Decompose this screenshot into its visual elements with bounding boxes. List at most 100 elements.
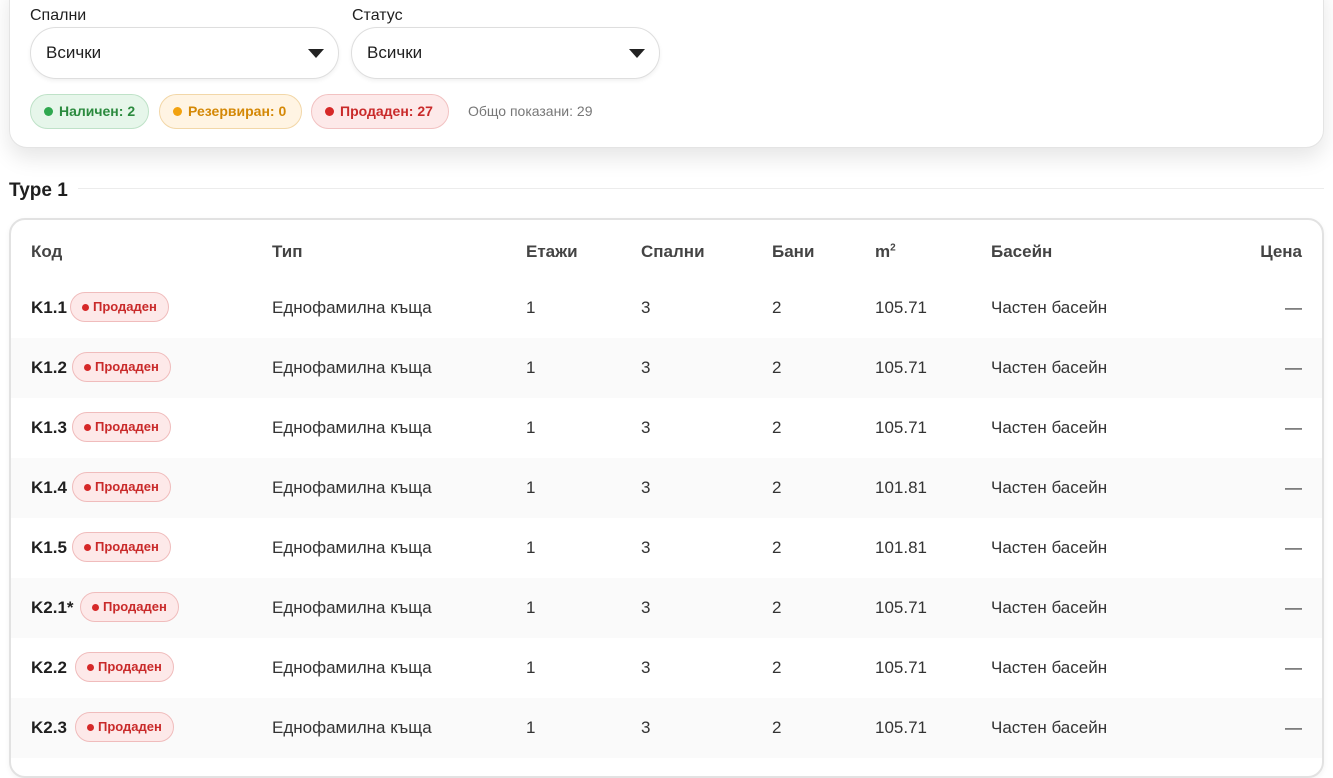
- red-dot-icon: [84, 364, 91, 371]
- status-badge-label: Продаден: [98, 719, 162, 734]
- unit-floors: 1: [526, 358, 536, 377]
- unit-area: 105.71: [875, 658, 927, 677]
- unit-floors: 1: [526, 418, 536, 437]
- status-badge-label: Продаден: [95, 419, 159, 434]
- unit-type: Еднофамилна къща: [272, 478, 432, 497]
- units-table: Код Тип Етажи Спални Бани m2 Басейн Цена…: [9, 218, 1324, 778]
- table-row[interactable]: K1.4 Еднофамилна къща 1 3 2 101.81 Частен басе…: [11, 458, 1322, 518]
- header-bedrooms[interactable]: Спални: [641, 242, 705, 262]
- status-select[interactable]: Всички: [351, 27, 660, 79]
- green-dot-icon: [44, 107, 53, 116]
- unit-bedrooms: 3: [641, 418, 651, 437]
- unit-baths: 2: [772, 718, 782, 737]
- unit-code: K1.4: [31, 478, 67, 497]
- unit-price: —: [1285, 538, 1302, 557]
- unit-baths: 2: [772, 358, 782, 377]
- sold-chip[interactable]: Продаден: 27: [311, 94, 449, 129]
- unit-floors: 1: [526, 658, 536, 677]
- section-divider: [78, 188, 1324, 189]
- table-row[interactable]: K2.1* Еднофамилна къща 1 3 2 105.71 Частен бас…: [11, 578, 1322, 638]
- status-badge-label: Продаден: [103, 599, 167, 614]
- header-code[interactable]: Код: [31, 242, 62, 262]
- table-row[interactable]: K2.3 Еднофамилна къща 1 3 2 105.71 Частен басе…: [11, 698, 1322, 758]
- unit-price: —: [1285, 358, 1302, 377]
- unit-floors: 1: [526, 298, 536, 317]
- red-dot-icon: [84, 424, 91, 431]
- unit-baths: 2: [772, 478, 782, 497]
- status-label: Статус: [352, 7, 403, 24]
- header-floors[interactable]: Етажи: [526, 242, 578, 262]
- status-badge: Продаден: [72, 532, 171, 562]
- unit-baths: 2: [772, 598, 782, 617]
- status-badge-label: Продаден: [98, 659, 162, 674]
- unit-bedrooms: 3: [641, 298, 651, 317]
- unit-floors: 1: [526, 538, 536, 557]
- unit-area: 105.71: [875, 358, 927, 377]
- table-row[interactable]: K1.1 Еднофамилна къща 1 3 2 105.71 Частен басе…: [11, 278, 1322, 338]
- unit-code: K1.1: [31, 298, 67, 317]
- red-dot-icon: [92, 604, 99, 611]
- unit-pool: Частен басейн: [991, 658, 1108, 677]
- sold-chip-label: Продаден: 27: [340, 103, 433, 119]
- unit-code: K2.2: [31, 658, 67, 677]
- unit-price: —: [1285, 298, 1302, 317]
- unit-bedrooms: 3: [641, 718, 651, 737]
- unit-pool: Частен басейн: [991, 718, 1108, 737]
- unit-area: 101.81: [875, 538, 927, 557]
- reserved-chip-label: Резервиран: 0: [188, 103, 287, 119]
- unit-pool: Частен басейн: [991, 538, 1108, 557]
- unit-bedrooms: 3: [641, 658, 651, 677]
- table-row[interactable]: K1.5 Еднофамилна къща 1 3 2 101.81 Частен басе…: [11, 518, 1322, 578]
- unit-price: —: [1285, 598, 1302, 617]
- unit-code: K2.1*: [31, 598, 74, 617]
- unit-price: —: [1285, 418, 1302, 437]
- unit-type: Еднофамилна къща: [272, 658, 432, 677]
- available-chip[interactable]: Наличен: 2: [30, 94, 149, 129]
- unit-pool: Частен басейн: [991, 418, 1108, 437]
- red-dot-icon: [82, 304, 89, 311]
- total-shown: Общо показани: 29: [468, 103, 593, 119]
- table-row[interactable]: K2.2 Еднофамилна къща 1 3 2 105.71 Частен басе…: [11, 638, 1322, 698]
- unit-floors: 1: [526, 718, 536, 737]
- unit-area: 105.71: [875, 418, 927, 437]
- unit-code: K1.2: [31, 358, 67, 377]
- filter-panel: Спални Всички Статус Всички Наличен: 2 Р…: [9, 0, 1324, 148]
- header-pool[interactable]: Басейн: [991, 242, 1052, 262]
- status-badge: Продаден: [72, 472, 171, 502]
- unit-bedrooms: 3: [641, 538, 651, 557]
- unit-price: —: [1285, 658, 1302, 677]
- unit-pool: Частен басейн: [991, 298, 1108, 317]
- unit-area: 105.71: [875, 718, 927, 737]
- bedrooms-select[interactable]: Всички: [30, 27, 339, 79]
- unit-area: 105.71: [875, 298, 927, 317]
- red-dot-icon: [87, 724, 94, 731]
- unit-type: Еднофамилна къща: [272, 538, 432, 557]
- unit-type: Еднофамилна къща: [272, 598, 432, 617]
- section-title: Type 1: [9, 180, 68, 201]
- unit-pool: Частен басейн: [991, 358, 1108, 377]
- status-badge-label: Продаден: [95, 479, 159, 494]
- unit-price: —: [1285, 718, 1302, 737]
- unit-code: K1.5: [31, 538, 67, 557]
- header-type[interactable]: Тип: [272, 242, 302, 262]
- table-row[interactable]: K1.2 Еднофамилна къща 1 3 2 105.71 Частен басе…: [11, 338, 1322, 398]
- status-badge-label: Продаден: [95, 539, 159, 554]
- red-dot-icon: [84, 484, 91, 491]
- unit-bedrooms: 3: [641, 598, 651, 617]
- chevron-down-icon: [629, 49, 645, 58]
- reserved-chip[interactable]: Резервиран: 0: [159, 94, 302, 129]
- header-area-sup: 2: [890, 242, 896, 254]
- unit-floors: 1: [526, 478, 536, 497]
- header-baths[interactable]: Бани: [772, 242, 814, 262]
- orange-dot-icon: [173, 107, 182, 116]
- unit-type: Еднофамилна къща: [272, 718, 432, 737]
- header-area[interactable]: m2: [875, 242, 896, 262]
- table-row[interactable]: K1.3 Еднофамилна къща 1 3 2 105.71 Частен басе…: [11, 398, 1322, 458]
- status-badge: Продаден: [80, 592, 179, 622]
- unit-type: Еднофамилна къща: [272, 358, 432, 377]
- unit-area: 101.81: [875, 478, 927, 497]
- header-price[interactable]: Цена: [1260, 242, 1302, 262]
- unit-baths: 2: [772, 658, 782, 677]
- status-badge: Продаден: [75, 652, 174, 682]
- unit-pool: Частен басейн: [991, 478, 1108, 497]
